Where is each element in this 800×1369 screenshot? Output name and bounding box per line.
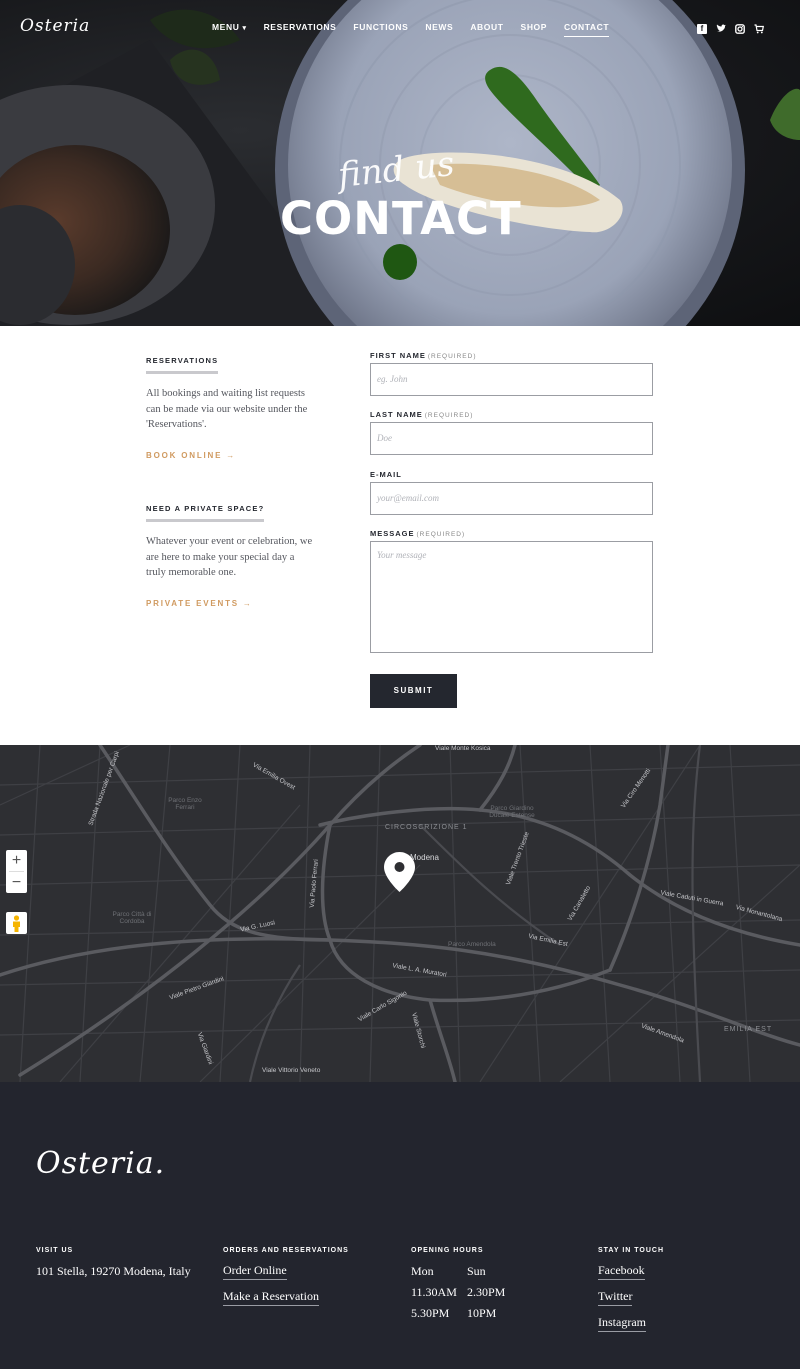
nav-item-menu[interactable]: Menu ▾ <box>212 22 247 37</box>
instagram-link[interactable]: Instagram <box>598 1315 646 1332</box>
instagram-icon[interactable] <box>735 24 745 34</box>
park-label: Parco Giardino Ducale Estense <box>489 805 535 819</box>
hours-cell: 5.30PM <box>411 1306 450 1320</box>
hours-row: 5.30PM 10PM <box>411 1306 523 1321</box>
private-events-link[interactable]: Private events → <box>146 599 253 608</box>
nav-item-shop[interactable]: Shop <box>521 22 548 37</box>
park-label: Parco Enzo Ferrari <box>168 797 202 811</box>
email-label-text: E-mail <box>370 470 402 479</box>
reservations-block: Reservations All bookings and waiting li… <box>146 350 316 463</box>
location-pin-icon[interactable] <box>384 852 415 892</box>
footer-opening-hours: Opening hours Mon Sun 11.30AM 2.30PM 5.30P… <box>411 1247 523 1321</box>
footer-heading: Orders and reservations <box>223 1247 349 1254</box>
private-space-text: Whatever your event or celebration, we a… <box>146 536 313 578</box>
hours-row: Mon Sun <box>411 1264 523 1279</box>
footer-heading: Visit us <box>36 1247 74 1254</box>
hours-cell: 10PM <box>467 1306 497 1320</box>
last-name-label: Last name (Required) <box>370 410 473 419</box>
nav-item-news[interactable]: News <box>425 22 453 37</box>
nav-item-about[interactable]: About <box>470 22 503 37</box>
required-marker: (Required) <box>427 353 477 360</box>
nav-item-functions[interactable]: Functions <box>353 22 408 37</box>
footer-orders: Orders and reservations Order Online Mak… <box>223 1247 349 1306</box>
street-view-pegman-icon[interactable] <box>6 912 27 934</box>
footer-heading: Stay in touch <box>598 1247 665 1254</box>
hours-cell: 11.30AM <box>411 1285 457 1299</box>
cart-icon[interactable] <box>754 24 765 34</box>
hours-cell: Sun <box>467 1264 486 1278</box>
last-name-label-text: Last name <box>370 410 423 419</box>
district-label: CIRCOSCRIZIONE 1 <box>385 824 468 831</box>
social-links: f <box>697 24 765 34</box>
logo[interactable]: Osteria <box>20 16 90 36</box>
nav-item-contact[interactable]: Contact <box>564 22 610 37</box>
facebook-icon[interactable]: f <box>697 24 707 34</box>
private-space-block: Need a private space? Whatever your even… <box>146 498 316 611</box>
facebook-link[interactable]: Facebook <box>598 1263 645 1280</box>
footer-stay-in-touch: Stay in touch Facebook Twitter Instagram <box>598 1247 664 1332</box>
footer-address: 101 Stella, 19270 Modena, Italy <box>36 1264 191 1278</box>
message-label: Message (Required) <box>370 529 465 538</box>
footer-visit-us: Visit us 101 Stella, 19270 Modena, Italy <box>36 1247 191 1278</box>
twitter-icon[interactable] <box>716 24 726 34</box>
first-name-label-text: First name <box>370 351 426 360</box>
first-name-field[interactable]: eg. John <box>370 363 653 396</box>
message-textarea[interactable]: Your message <box>370 541 653 653</box>
order-online-link[interactable]: Order Online <box>223 1263 287 1280</box>
footer-heading: Opening hours <box>411 1247 484 1254</box>
nav-item-reservations[interactable]: Reservations <box>264 22 337 37</box>
nav-item-label: Menu <box>212 22 240 32</box>
park-label: Parco Amendola <box>448 941 496 948</box>
hours-cell: 2.30PM <box>467 1285 506 1299</box>
hours-cell: Mon <box>411 1264 434 1278</box>
last-name-field[interactable]: Doe <box>370 422 653 455</box>
hours-row: 11.30AM 2.30PM <box>411 1285 523 1300</box>
page-title: CONTACT <box>280 192 522 245</box>
street-label: Viale Vittorio Veneto <box>262 1067 321 1074</box>
message-label-text: Message <box>370 529 415 538</box>
park-label: Parco Città di Cordoba <box>112 911 152 925</box>
chevron-down-icon: ▾ <box>242 25 247 32</box>
required-marker: (Required) <box>424 412 474 419</box>
hero-banner: Osteria Menu ▾ Reservations Functions New… <box>0 0 800 326</box>
zoom-in-button[interactable]: + <box>6 850 27 871</box>
required-marker: (Required) <box>416 531 466 538</box>
make-reservation-link[interactable]: Make a Reservation <box>223 1289 319 1306</box>
footer-logo[interactable]: Osteria. <box>36 1146 165 1181</box>
email-label: E-mail <box>370 470 402 479</box>
private-space-heading: Need a private space? <box>146 504 265 522</box>
book-online-link[interactable]: Book online → <box>146 451 236 460</box>
district-label: EMILIA EST <box>724 1026 773 1033</box>
main-nav: Menu ▾ Reservations Functions News About … <box>212 22 610 37</box>
street-label: Viale Monte Kosica <box>435 745 491 752</box>
footer: Osteria. Visit us 101 Stella, 19270 Mode… <box>0 1082 800 1369</box>
reservations-heading: Reservations <box>146 356 219 374</box>
reservations-text: All bookings and waiting list requests c… <box>146 388 308 430</box>
map-zoom-control: + − <box>6 850 27 893</box>
first-name-label: First name (Required) <box>370 351 476 360</box>
twitter-link[interactable]: Twitter <box>598 1289 633 1306</box>
submit-button[interactable]: Submit <box>370 674 457 708</box>
map[interactable]: Viale Monte Kosica Via Emilia Ovest Via … <box>0 745 800 1082</box>
zoom-out-button[interactable]: − <box>6 872 27 893</box>
email-field[interactable]: your@email.com <box>370 482 653 515</box>
